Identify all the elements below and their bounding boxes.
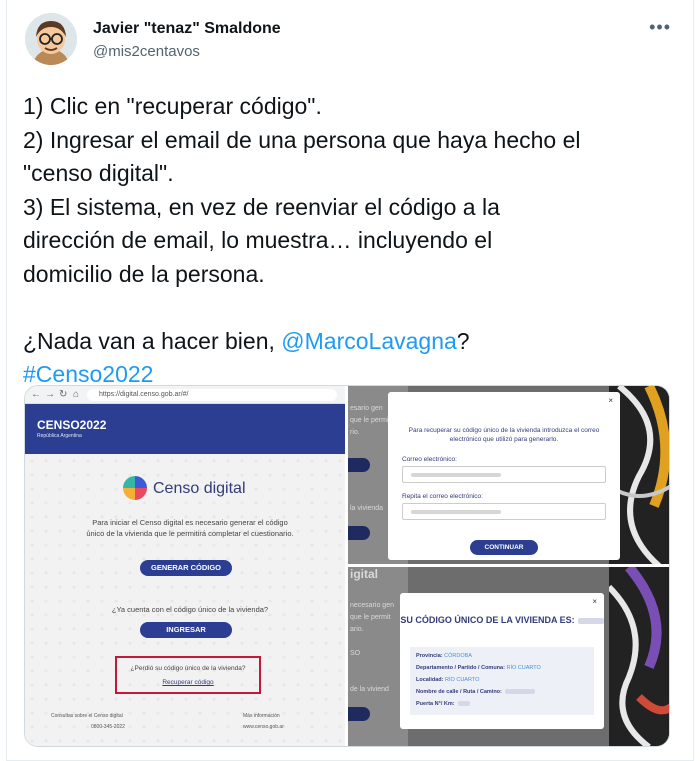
tweet-line: ¿Nada van a hacer bien, @MarcoLavagna? [23,325,683,359]
tweet-line-text: ¿Nada van a hacer bien, [23,327,282,354]
calle-row: Nombre de calle / Ruta / Camino: [416,689,535,695]
tweet-line: domicilio de la persona. [23,260,265,287]
address-details: Provincia: CÓRDOBA Departamento / Partid… [410,647,594,715]
home-icon: ⌂ [73,389,80,400]
media-images-right: esario gen que le permit rio. la viviend… [348,386,669,746]
repeat-email-field [402,503,606,520]
provincia-row: Provincia: CÓRDOBA [416,653,472,659]
tweet-line: 2) Ingresar el email de una persona que … [23,126,581,153]
bg-text: igital [350,567,379,581]
back-icon: ← [31,389,41,400]
media-image-code-result[interactable]: igital necesario gen que le permit ario.… [348,567,669,746]
code-title: SU CÓDIGO ÚNICO DE LA VIVIENDA ES: [400,615,604,626]
reload-icon: ↻ [59,389,68,400]
bg-text: necesario gen [350,602,394,609]
bg-text: la vivienda [350,505,384,512]
tweet-line-end: ? [456,327,470,354]
footer-contact: Consultas sobre el Censo digital [51,713,123,719]
email-field [402,466,606,483]
tweet-line: "censo digital". [23,160,174,186]
repeat-email-label: Repita el correo electrónico: [402,493,483,500]
author-name[interactable]: Javier "tenaz" Smaldone [93,20,281,38]
tweet-media[interactable]: ← → ↻ ⌂ https://digital.censo.gob.ar/#/ … [24,385,670,747]
has-code-question: ¿Ya cuenta con el código único de la viv… [111,605,269,614]
censo-description: Para iniciar el Censo digital es necesar… [86,518,294,538]
recover-modal: × Para recuperar su código único de la v… [388,392,620,560]
forward-icon: → [45,389,55,400]
recover-instructions: Para recuperar su código único de la viv… [408,427,600,443]
footer-more-info: Más información [243,713,280,719]
author-avatar[interactable] [25,13,77,65]
email-label: Correo electrónico: [402,456,457,463]
footer-phone: 0800-345-2022 [91,724,125,730]
close-icon: × [608,396,613,405]
footer-url: www.censo.gob.ar [243,724,284,730]
media-image-recover-form[interactable]: esario gen que le permit rio. la viviend… [348,386,669,564]
bg-text: de la viviend [350,686,389,693]
more-horizontal-icon[interactable]: ••• [649,18,671,36]
ingresar-button: INGRESAR [140,622,232,638]
tweet-line: dirección de email, lo muestra… incluyen… [23,227,493,253]
avatar-icon [25,13,77,65]
highlight-box: ¿Perdió su código único de la vivienda? … [115,656,261,694]
censo-digital-title: Censo digital [153,480,246,497]
media-image-censo-home[interactable]: ← → ↻ ⌂ https://digital.censo.gob.ar/#/ … [25,386,345,746]
bg-text: que le permit [350,614,391,621]
mention-link[interactable]: @MarcoLavagna [281,328,457,354]
lost-code-question: ¿Perdió su código único de la vivienda? [130,665,246,672]
censo-logo: CENSO2022 [37,418,107,432]
censo-digital-logo-icon [123,476,147,500]
author-handle[interactable]: @mis2centavos [93,43,200,60]
bg-text: que le permit [350,417,391,424]
url-bar: https://digital.censo.gob.ar/#/ [87,389,337,401]
code-result-modal: × SU CÓDIGO ÚNICO DE LA VIVIENDA ES: Pro… [400,593,604,729]
bg-text: esario gen [350,405,383,412]
localidad-row: Localidad: RÍO CUARTO [416,677,480,683]
bg-text: ario. [350,626,364,633]
decorative-art [609,567,669,746]
continue-button: CONTINUAR [470,540,538,555]
tweet-text: 1) Clic en "recuperar código". 2) Ingres… [23,90,683,392]
tweet-line: 1) Clic en "recuperar código". [23,93,322,119]
puerta-row: Puerta N°/ Km: [416,701,470,707]
bg-text: SO [350,650,361,657]
bg-text: rio. [350,429,360,436]
generate-code-button: GENERAR CÓDIGO [140,560,232,576]
recover-code-link: Recuperar código [162,679,214,686]
tweet: Javier "tenaz" Smaldone @mis2centavos ••… [6,0,694,761]
close-icon: × [592,597,597,606]
browser-bar: ← → ↻ ⌂ https://digital.censo.gob.ar/#/ [25,386,345,404]
depto-row: Departamento / Partido / Comuna: RÍO CUA… [416,665,541,671]
site-header: CENSO2022 República Argentina [25,404,345,454]
tweet-line: 3) El sistema, en vez de reenviar el cód… [23,193,500,220]
censo-logo-sub: República Argentina [37,433,82,439]
